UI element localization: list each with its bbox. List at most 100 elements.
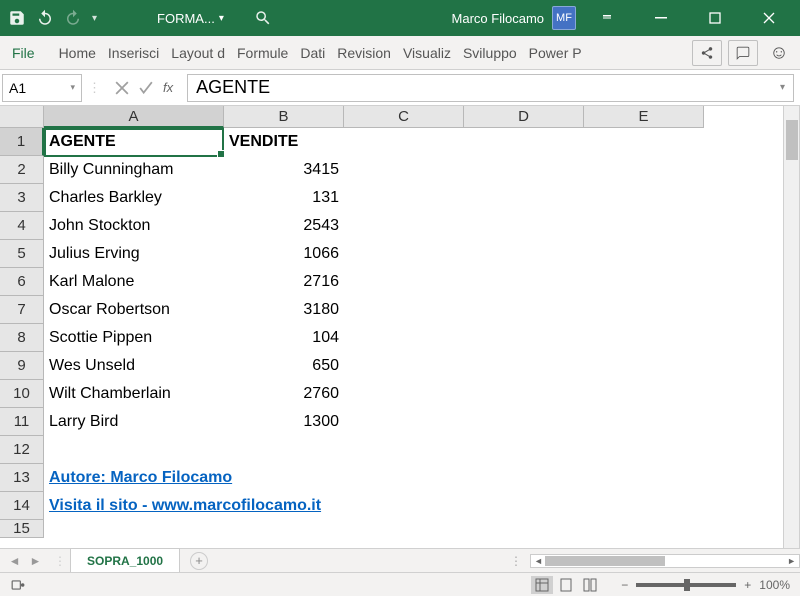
cell[interactable]: VENDITE [224, 128, 344, 156]
row-header-2[interactable]: 2 [0, 156, 43, 184]
cell[interactable]: Oscar Robertson [44, 296, 224, 324]
row-header-10[interactable]: 10 [0, 380, 43, 408]
minimize-button[interactable] [638, 0, 684, 36]
ribbon-options-button[interactable] [584, 0, 630, 36]
cell[interactable]: 3180 [224, 296, 344, 324]
record-macro-icon[interactable] [10, 578, 26, 592]
cell[interactable] [44, 436, 224, 464]
cell[interactable] [44, 520, 224, 538]
row-header-5[interactable]: 5 [0, 240, 43, 268]
table-row: Oscar Robertson3180 [44, 296, 444, 324]
row-header-11[interactable]: 11 [0, 408, 43, 436]
undo-icon[interactable] [36, 9, 54, 27]
column-header-B[interactable]: B [224, 106, 344, 127]
qat-dropdown-icon[interactable]: ▾ [92, 13, 97, 24]
vertical-scrollbar[interactable] [783, 106, 799, 548]
cell[interactable]: 3415 [224, 156, 344, 184]
view-normal-button[interactable] [531, 576, 553, 594]
enter-icon[interactable] [139, 81, 153, 95]
cell[interactable]: 131 [224, 184, 344, 212]
cell[interactable]: Billy Cunningham [44, 156, 224, 184]
tab-inserisci[interactable]: Inserisci [102, 45, 165, 61]
tab-file[interactable]: File [6, 36, 41, 69]
doc-menu-icon[interactable]: ▾ [219, 13, 224, 24]
name-box[interactable]: A1 ▾ [2, 74, 82, 102]
cell[interactable]: Wes Unseld [44, 352, 224, 380]
sheet-nav-arrows[interactable]: ◄► [0, 554, 50, 568]
horizontal-scrollbar[interactable]: ◄ ► [530, 554, 800, 568]
cell[interactable]: 1300 [224, 408, 344, 436]
tab-revision[interactable]: Revision [331, 45, 397, 61]
chevron-down-icon[interactable]: ▾ [70, 82, 75, 93]
zoom-out-button[interactable]: − [621, 578, 628, 592]
formula-expand-icon[interactable]: ▾ [780, 82, 785, 93]
row-header-13[interactable]: 13 [0, 464, 43, 492]
formula-input[interactable]: AGENTE ▾ [187, 74, 794, 102]
avatar[interactable]: MF [552, 6, 576, 30]
tab-visualiz[interactable]: Visualiz [397, 45, 457, 61]
status-bar: − + 100% [0, 572, 800, 596]
tab-sviluppo[interactable]: Sviluppo [457, 45, 523, 61]
cell[interactable]: Visita il sito - www.marcofilocamo.it [44, 492, 444, 520]
zoom-in-button[interactable]: + [744, 578, 751, 592]
tab-layout d[interactable]: Layout d [165, 45, 231, 61]
cancel-icon[interactable] [115, 81, 129, 95]
zoom-slider[interactable] [636, 583, 736, 587]
save-icon[interactable] [8, 9, 26, 27]
redo-icon[interactable] [64, 9, 82, 27]
row-header-9[interactable]: 9 [0, 352, 43, 380]
formula-bar: A1 ▾ ⋮ fx AGENTE ▾ [0, 70, 800, 106]
name-box-value: A1 [9, 80, 26, 96]
fx-icon[interactable]: fx [163, 80, 173, 95]
row-header-1[interactable]: 1 [0, 128, 44, 156]
cell[interactable]: 2760 [224, 380, 344, 408]
row-header-6[interactable]: 6 [0, 268, 43, 296]
tab-formule[interactable]: Formule [231, 45, 294, 61]
help-button[interactable] [764, 40, 794, 66]
maximize-button[interactable] [692, 0, 738, 36]
cell[interactable]: 650 [224, 352, 344, 380]
add-sheet-button[interactable]: + [190, 552, 208, 570]
select-all-corner[interactable] [0, 106, 44, 128]
row-header-15[interactable]: 15 [0, 520, 43, 538]
view-page-break-button[interactable] [579, 576, 601, 594]
cell[interactable]: 2543 [224, 212, 344, 240]
row-header-8[interactable]: 8 [0, 324, 43, 352]
zoom-level[interactable]: 100% [759, 578, 790, 592]
view-buttons [531, 576, 601, 594]
row-header-3[interactable]: 3 [0, 184, 43, 212]
tab-splitter[interactable]: ⋮ [510, 554, 524, 568]
column-header-A[interactable]: A [44, 106, 224, 128]
cell[interactable]: Larry Bird [44, 408, 224, 436]
cell[interactable]: Charles Barkley [44, 184, 224, 212]
row-header-7[interactable]: 7 [0, 296, 43, 324]
close-button[interactable] [746, 0, 792, 36]
view-page-layout-button[interactable] [555, 576, 577, 594]
row-header-14[interactable]: 14 [0, 492, 43, 520]
column-header-C[interactable]: C [344, 106, 464, 127]
row-header-4[interactable]: 4 [0, 212, 43, 240]
cell[interactable]: 1066 [224, 240, 344, 268]
tab-home[interactable]: Home [53, 45, 102, 61]
cell[interactable]: Autore: Marco Filocamo [44, 464, 444, 492]
column-header-E[interactable]: E [584, 106, 704, 127]
row-header-12[interactable]: 12 [0, 436, 43, 464]
column-header-D[interactable]: D [464, 106, 584, 127]
share-button[interactable] [692, 40, 722, 66]
comments-button[interactable] [728, 40, 758, 66]
cell[interactable]: Karl Malone [44, 268, 224, 296]
cell[interactable]: John Stockton [44, 212, 224, 240]
cells-grid[interactable]: AGENTEVENDITEBilly Cunningham3415Charles… [44, 128, 444, 538]
cell[interactable]: 104 [224, 324, 344, 352]
cell[interactable]: Julius Erving [44, 240, 224, 268]
cell[interactable]: Wilt Chamberlain [44, 380, 224, 408]
cell[interactable]: Scottie Pippen [44, 324, 224, 352]
cell[interactable] [224, 436, 344, 464]
table-row: John Stockton2543 [44, 212, 444, 240]
tab-dati[interactable]: Dati [294, 45, 331, 61]
search-icon[interactable] [254, 9, 272, 27]
sheet-tab-active[interactable]: SOPRA_1000 [70, 548, 180, 572]
cell[interactable]: 2716 [224, 268, 344, 296]
cell[interactable]: AGENTE [44, 128, 224, 156]
tab-power p[interactable]: Power P [523, 45, 588, 61]
